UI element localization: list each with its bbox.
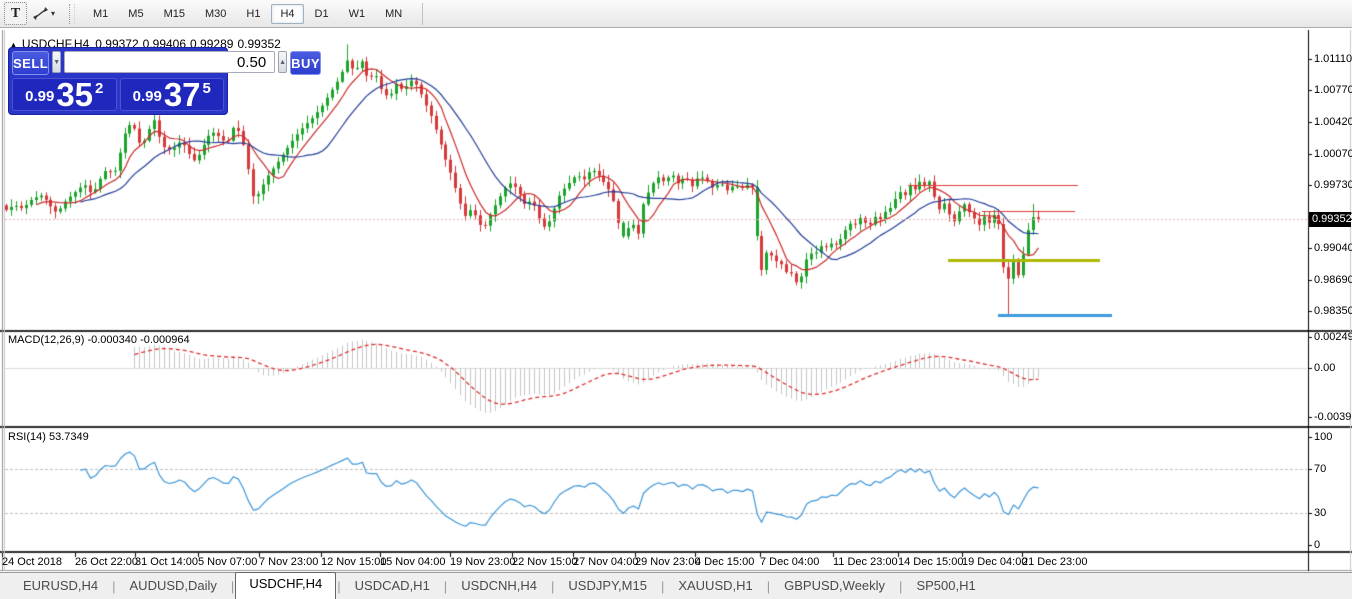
timeframe-button-m1[interactable]: M1 [84, 4, 117, 24]
rsi-tick-label: 70 [1314, 463, 1326, 475]
volume-increase-button[interactable]: ▲ [278, 51, 287, 73]
sell-price-sup: 2 [95, 80, 103, 97]
timeframe-button-w1[interactable]: W1 [340, 4, 375, 24]
rsi-tick-label: 100 [1314, 431, 1332, 443]
time-axis-label: 15 Nov 04:00 [380, 556, 445, 568]
chart-tab-usdjpy-m15[interactable]: USDJPY,M15 [555, 575, 660, 599]
rsi-indicator-label: RSI(14) 53.7349 [8, 431, 89, 443]
timeframe-button-d1[interactable]: D1 [306, 4, 338, 24]
timeframe-button-h4[interactable]: H4 [271, 4, 303, 24]
time-axis-label: 31 Oct 14:00 [135, 556, 198, 568]
time-axis-label: 14 Dec 15:00 [898, 556, 963, 568]
price-tick-label: 0.99040 [1314, 242, 1352, 254]
time-axis-label: 12 Nov 15:00 [321, 556, 386, 568]
chart-tab-usdcnh-h4[interactable]: USDCNH,H4 [448, 575, 550, 599]
macd-tick-label: 0.002492 [1314, 331, 1352, 343]
chart-tab-eurusd-h4[interactable]: EURUSD,H4 [10, 575, 111, 599]
time-axis-label: 5 Nov 07:00 [198, 556, 257, 568]
buy-price-tile[interactable]: 0.99 37 5 [120, 78, 225, 111]
chevron-down-icon: ▾ [51, 9, 55, 18]
price-tick-label: 1.00070 [1314, 148, 1352, 160]
sell-price-big: 35 [56, 81, 93, 108]
time-axis-label: 26 Oct 22:00 [75, 556, 138, 568]
macd-tick-label: -0.003913 [1314, 411, 1352, 423]
ohlc-close: 0.99352 [237, 37, 280, 51]
arrows-tool-button[interactable]: ▾ [29, 3, 58, 24]
buy-price-prefix: 0.99 [133, 88, 162, 105]
timeframe-button-m30[interactable]: M30 [196, 4, 235, 24]
time-axis-label: 4 Dec 15:00 [695, 556, 754, 568]
timeframe-toolbar: M1M5M15M30H1H4D1W1MN [83, 4, 412, 24]
sell-price-tile[interactable]: 0.99 35 2 [12, 78, 117, 111]
price-tick-label: 1.00420 [1314, 116, 1352, 128]
time-axis-label: 27 Nov 04:00 [573, 556, 638, 568]
time-axis-label: 24 Oct 2018 [2, 556, 62, 568]
toolbar-separator [422, 3, 423, 25]
time-axis-label: 19 Nov 23:00 [450, 556, 515, 568]
macd-tick-label: 0.00 [1314, 362, 1335, 374]
timeframe-button-m15[interactable]: M15 [155, 4, 194, 24]
macd-indicator-label: MACD(12,26,9) -0.000340 -0.000964 [8, 334, 190, 346]
time-axis-label: 7 Nov 23:00 [259, 556, 318, 568]
time-axis-label: 19 Dec 04:00 [962, 556, 1027, 568]
price-tick-label: 0.98350 [1314, 305, 1352, 317]
timeframe-button-mn[interactable]: MN [376, 4, 411, 24]
sell-button[interactable]: SELL [12, 51, 49, 75]
text-tool-button[interactable]: T [4, 2, 27, 25]
timeframe-button-h1[interactable]: H1 [237, 4, 269, 24]
chart-tab-usdcad-h1[interactable]: USDCAD,H1 [342, 575, 443, 599]
buy-price-sup: 5 [203, 80, 211, 97]
time-axis-label: 29 Nov 23:00 [635, 556, 700, 568]
chart-tab-bar: EURUSD,H4|AUDUSD,Daily|USDCHF,H4|USDCAD,… [0, 572, 1352, 599]
chart-tab-usdchf-h4[interactable]: USDCHF,H4 [235, 572, 336, 599]
current-price-badge: 0.99352 [1309, 212, 1351, 227]
one-click-trading-panel: SELL ▼ ▲ BUY 0.99 35 2 0.99 37 5 [8, 47, 228, 115]
price-tick-label: 1.01110 [1314, 53, 1352, 65]
arrows-icon [32, 6, 49, 21]
buy-button[interactable]: BUY [290, 51, 321, 75]
chart-tab-gbpusd-weekly[interactable]: GBPUSD,Weekly [771, 575, 898, 599]
rsi-tick-label: 30 [1314, 507, 1326, 519]
timeframe-button-m5[interactable]: M5 [119, 4, 152, 24]
volume-input[interactable] [64, 51, 275, 73]
time-axis-label: 21 Dec 23:00 [1022, 556, 1087, 568]
rsi-tick-label: 0 [1314, 539, 1320, 551]
sell-price-prefix: 0.99 [25, 88, 54, 105]
price-tick-label: 0.99730 [1314, 179, 1352, 191]
time-axis-label: 22 Nov 15:00 [512, 556, 577, 568]
buy-price-big: 37 [164, 81, 201, 108]
time-axis-label: 11 Dec 23:00 [833, 556, 898, 568]
volume-decrease-button[interactable]: ▼ [52, 51, 61, 73]
chart-tab-sp500-h1[interactable]: SP500,H1 [903, 575, 988, 599]
toolbar-grip[interactable] [69, 4, 75, 24]
toolbar: T ▾ M1M5M15M30H1H4D1W1MN [0, 0, 1352, 28]
price-tick-label: 0.98690 [1314, 274, 1352, 286]
price-tick-label: 1.00770 [1314, 84, 1352, 96]
time-axis-label: 7 Dec 04:00 [760, 556, 819, 568]
chart-tab-audusd-daily[interactable]: AUDUSD,Daily [117, 575, 230, 599]
chart-tab-xauusd-h1[interactable]: XAUUSD,H1 [665, 575, 765, 599]
